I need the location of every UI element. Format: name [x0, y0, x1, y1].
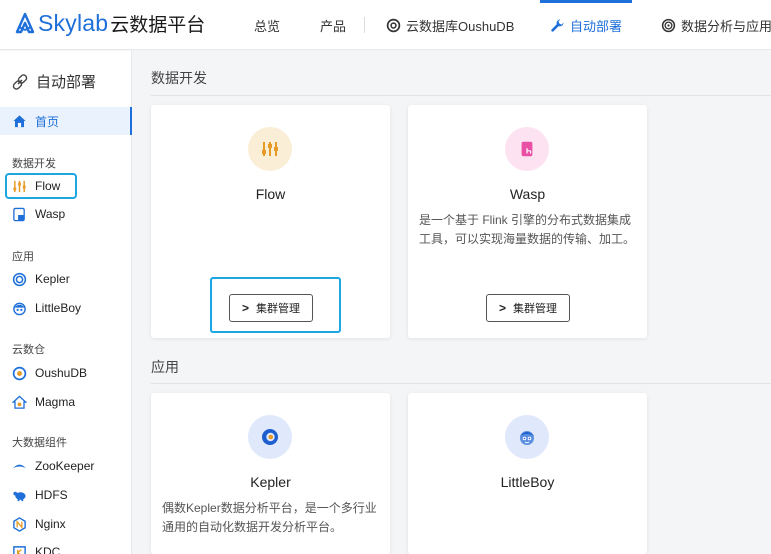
nav-divider: [364, 17, 365, 33]
card-title: Flow: [255, 186, 286, 202]
skylab-logo-icon: [15, 12, 35, 33]
sidebar-item-kdc[interactable]: KDC: [12, 540, 60, 554]
sidebar-item-label: Wasp: [35, 207, 66, 221]
nav-overview[interactable]: 总览: [254, 0, 280, 50]
nav-label: 云数据库OushuDB: [406, 18, 515, 34]
section-title-data-dev: 数据开发: [151, 70, 207, 86]
sidebar-item-label: Kepler: [35, 272, 70, 286]
nginx-icon: [12, 516, 27, 532]
nav-label: 产品: [320, 18, 347, 34]
littleboy-icon: [12, 301, 27, 316]
sidebar-item-oushudb[interactable]: OushuDB: [12, 361, 87, 385]
sidebar-item-label: OushuDB: [35, 366, 88, 380]
sidebar-item-zookeeper[interactable]: ZooKeeper: [12, 454, 94, 478]
cluster-manage-button[interactable]: > 集群管理: [486, 294, 570, 322]
section-title-apps: 应用: [151, 359, 179, 375]
sidebar-item-magma[interactable]: Magma: [12, 390, 75, 414]
nav-products[interactable]: 产品: [320, 0, 346, 50]
wrench-icon: [550, 18, 565, 33]
sidebar-item-littleboy[interactable]: LittleBoy: [12, 296, 81, 320]
card-description: 偶数Kepler数据分析平台，是一个多行业通用的自动化数据开发分析平台。: [162, 501, 377, 534]
kepler-icon: [248, 415, 292, 459]
flow-icon: [248, 127, 292, 171]
sidebar-item-nginx[interactable]: Nginx: [12, 512, 66, 536]
zookeeper-icon: [12, 459, 27, 474]
nav-auto-deploy[interactable]: 自动部署: [540, 0, 633, 50]
sidebar-item-label: Nginx: [35, 517, 66, 531]
sidebar: 自动部署 首页 数据开发 Flow Wasp 应用 Kepler LittleB…: [0, 51, 132, 554]
card-wasp[interactable]: Wasp 是一个基于 Flink 引擎的分布式数据集成工具，可以实现海量数据的传…: [408, 105, 647, 338]
kdc-icon: [12, 545, 27, 554]
nav-label: 总览: [254, 18, 281, 34]
sidebar-item-home[interactable]: 首页: [0, 107, 132, 135]
kepler-icon: [12, 272, 27, 287]
wasp-icon: [505, 127, 549, 171]
logo-text-cn: 云数据平台: [110, 15, 206, 36]
sidebar-group-bigdata: 大数据组件: [12, 437, 67, 449]
sidebar-item-label: HDFS: [35, 488, 68, 502]
nav-label: 自动部署: [570, 18, 623, 34]
flow-focus-highlight: [5, 173, 77, 199]
sidebar-item-hdfs[interactable]: HDFS: [12, 483, 68, 507]
littleboy-icon: [505, 415, 549, 459]
logo-text-en: Skylab: [38, 10, 109, 36]
card-littleboy[interactable]: LittleBoy: [408, 393, 647, 554]
sidebar-item-kepler[interactable]: Kepler: [12, 267, 70, 291]
sidebar-group-data-dev: 数据开发: [12, 158, 56, 170]
sidebar-title-label: 自动部署: [36, 74, 97, 91]
kepler-icon: [661, 18, 676, 33]
home-icon: [13, 114, 26, 127]
nav-oushudb[interactable]: 云数据库OushuDB: [386, 0, 514, 50]
card-title: Wasp: [509, 186, 546, 202]
sidebar-item-label: ZooKeeper: [35, 459, 95, 473]
link-icon: [12, 73, 28, 90]
top-navbar: Skylab 云数据平台 总览 产品 云数据库OushuDB 自动部署 数据分析…: [0, 0, 771, 50]
chevron-right-icon: >: [498, 301, 506, 315]
button-focus-highlight: [210, 277, 341, 333]
wasp-icon: [12, 207, 27, 222]
oushudb-icon: [386, 18, 401, 33]
nav-data-analysis[interactable]: 数据分析与应用Ke: [661, 0, 771, 50]
magma-icon: [12, 395, 27, 410]
card-title: LittleBoy: [500, 474, 555, 490]
sidebar-item-label: 首页: [35, 114, 60, 129]
card-description: 是一个基于 Flink 引擎的分布式数据集成工具，可以实现海量数据的传输、加工。: [419, 213, 636, 246]
sidebar-item-wasp[interactable]: Wasp: [12, 202, 65, 226]
sidebar-item-label: KDC: [35, 545, 61, 554]
nav-label: 数据分析与应用Ke: [681, 18, 771, 34]
sidebar-group-cloud-warehouse: 云数仓: [12, 344, 45, 356]
button-label: 集群管理: [513, 303, 557, 315]
card-title: Kepler: [250, 474, 291, 490]
sidebar-group-apps: 应用: [12, 251, 34, 263]
section-divider: [151, 95, 771, 96]
nav-active-indicator: [540, 0, 633, 3]
oushudb-icon: [12, 366, 27, 381]
hdfs-icon: [12, 488, 27, 503]
logo[interactable]: Skylab 云数据平台: [14, 10, 205, 37]
sidebar-title: 自动部署: [10, 71, 96, 92]
sidebar-item-label: LittleBoy: [35, 301, 82, 315]
section-divider: [151, 383, 771, 384]
card-kepler[interactable]: Kepler 偶数Kepler数据分析平台，是一个多行业通用的自动化数据开发分析…: [151, 393, 390, 554]
sidebar-item-label: Magma: [35, 395, 76, 409]
